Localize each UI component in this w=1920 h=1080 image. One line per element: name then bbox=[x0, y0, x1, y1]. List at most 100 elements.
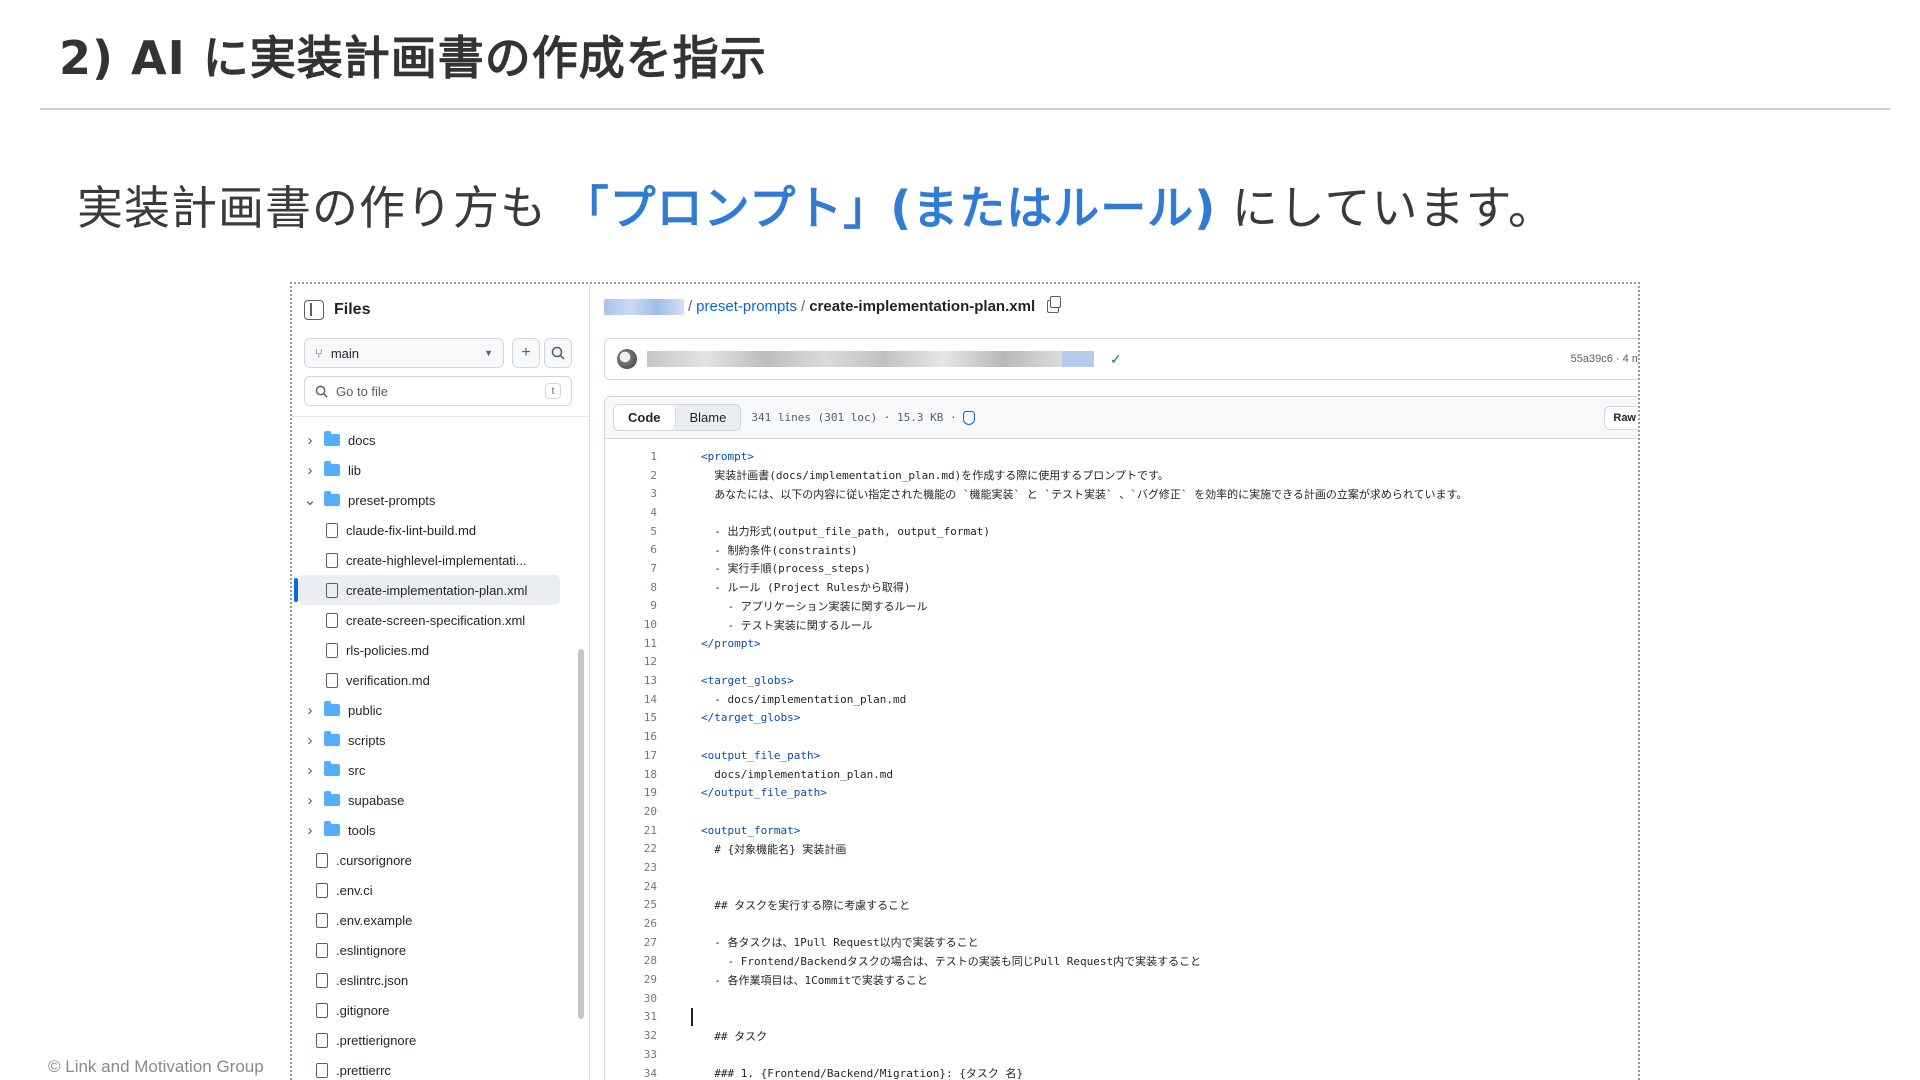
line-number[interactable]: 12 bbox=[605, 655, 657, 668]
breadcrumb-folder-link[interactable]: preset-prompts bbox=[696, 298, 797, 315]
latest-commit-bar: ✓ 55a39c6 · 4 m bbox=[604, 338, 1638, 380]
tree-folder-tools[interactable]: › tools bbox=[292, 815, 572, 845]
tree-file[interactable]: create-highlevel-implementati... bbox=[292, 545, 572, 575]
tree-folder-supabase[interactable]: › supabase bbox=[292, 785, 572, 815]
code-viewer: Code Blame 341 lines (301 loc) · 15.3 KB… bbox=[604, 396, 1638, 1080]
tree-file[interactable]: .env.example bbox=[292, 905, 572, 935]
go-to-file-input[interactable]: Go to file t bbox=[304, 376, 572, 406]
line-number[interactable]: 19 bbox=[605, 786, 657, 799]
line-number[interactable]: 11 bbox=[605, 637, 657, 650]
tree-file[interactable]: rls-policies.md bbox=[292, 635, 572, 665]
tree-file[interactable]: create-implementation-plan.xml bbox=[298, 575, 560, 605]
line-number[interactable]: 5 bbox=[605, 525, 657, 538]
copy-path-icon[interactable] bbox=[1047, 296, 1062, 313]
file-icon bbox=[326, 612, 338, 628]
chevron-right-icon[interactable]: › bbox=[302, 462, 318, 479]
line-number[interactable]: 23 bbox=[605, 861, 657, 874]
tree-folder-preset-prompts[interactable]: ⌄ preset-prompts bbox=[292, 485, 572, 515]
file-icon bbox=[316, 882, 328, 898]
line-number[interactable]: 21 bbox=[605, 824, 657, 837]
chevron-right-icon[interactable]: › bbox=[302, 792, 318, 809]
avatar[interactable] bbox=[617, 349, 637, 369]
tree-folder-lib[interactable]: › lib bbox=[292, 455, 572, 485]
line-number[interactable]: 9 bbox=[605, 599, 657, 612]
file-tree: › docs › lib ⌄ preset-prompts claude-fix-lint-… bbox=[292, 416, 590, 1080]
line-number[interactable]: 13 bbox=[605, 674, 657, 687]
line-number[interactable]: 31 bbox=[605, 1010, 657, 1023]
add-file-button[interactable]: + bbox=[512, 338, 540, 368]
chevron-right-icon[interactable]: › bbox=[302, 762, 318, 779]
tree-file[interactable]: .eslintignore bbox=[292, 935, 572, 965]
line-number[interactable]: 10 bbox=[605, 618, 657, 631]
code-line: 3 あなたには、以下の内容に従い指定された機能の `機能実装` と `テスト実装… bbox=[605, 484, 1638, 503]
tree-file[interactable]: .env.ci bbox=[292, 875, 572, 905]
tree-folder-scripts[interactable]: › scripts bbox=[292, 725, 572, 755]
tree-file[interactable]: claude-fix-lint-build.md bbox=[292, 515, 572, 545]
chevron-right-icon[interactable]: › bbox=[302, 732, 318, 749]
search-button[interactable] bbox=[544, 338, 572, 368]
tree-folder-docs[interactable]: › docs bbox=[292, 425, 572, 455]
line-number[interactable]: 26 bbox=[605, 917, 657, 930]
file-tree-scrollbar[interactable] bbox=[578, 649, 584, 1019]
line-number[interactable]: 29 bbox=[605, 973, 657, 986]
line-number[interactable]: 18 bbox=[605, 768, 657, 781]
tree-folder-src[interactable]: › src bbox=[292, 755, 572, 785]
line-number[interactable]: 33 bbox=[605, 1048, 657, 1061]
line-number[interactable]: 14 bbox=[605, 693, 657, 706]
line-number[interactable]: 24 bbox=[605, 880, 657, 893]
file-icon bbox=[326, 522, 338, 538]
line-number[interactable]: 17 bbox=[605, 749, 657, 762]
line-number[interactable]: 16 bbox=[605, 730, 657, 743]
tree-file[interactable]: .gitignore bbox=[292, 995, 572, 1025]
code-line: 22 # {対象機能名} 実装計画 bbox=[605, 839, 1638, 858]
line-number[interactable]: 28 bbox=[605, 954, 657, 967]
line-number[interactable]: 6 bbox=[605, 543, 657, 556]
tree-file[interactable]: create-screen-specification.xml bbox=[292, 605, 572, 635]
code-line: 19 </output_file_path> bbox=[605, 783, 1638, 802]
tab-blame[interactable]: Blame bbox=[675, 405, 741, 430]
line-number[interactable]: 1 bbox=[605, 450, 657, 463]
line-number[interactable]: 4 bbox=[605, 506, 657, 519]
folder-icon bbox=[324, 461, 340, 476]
line-number[interactable]: 32 bbox=[605, 1029, 657, 1042]
line-number[interactable]: 25 bbox=[605, 898, 657, 911]
commit-sha[interactable]: 55a39c6 · 4 m bbox=[1571, 353, 1638, 365]
tree-item-label: claude-fix-lint-build.md bbox=[346, 522, 477, 538]
tree-file[interactable]: .prettierrc bbox=[292, 1055, 572, 1080]
tree-folder-public[interactable]: › public bbox=[292, 695, 572, 725]
code-lines[interactable]: 1 <prompt> 2 実装計画書(docs/implementation_pla… bbox=[605, 447, 1638, 1080]
tree-file[interactable]: .cursorignore bbox=[292, 845, 572, 875]
line-number[interactable]: 3 bbox=[605, 487, 657, 500]
sidebar-collapse-icon[interactable] bbox=[304, 300, 324, 320]
line-number[interactable]: 8 bbox=[605, 581, 657, 594]
tree-file[interactable]: verification.md bbox=[292, 665, 572, 695]
line-number[interactable]: 15 bbox=[605, 711, 657, 724]
branch-selector[interactable]: ⑂ main ▼ bbox=[304, 338, 504, 368]
line-number[interactable]: 2 bbox=[605, 469, 657, 482]
raw-button[interactable]: Raw bbox=[1604, 405, 1638, 430]
line-number[interactable]: 34 bbox=[605, 1067, 657, 1080]
code-line: 15 </target_globs> bbox=[605, 709, 1638, 728]
code-line: 29 - 各作業項目は、1Commitで実装すること bbox=[605, 970, 1638, 989]
line-text: - アプリケーション実装に関するルール bbox=[701, 599, 928, 613]
folder-icon bbox=[324, 791, 340, 806]
file-icon bbox=[326, 582, 338, 598]
line-number[interactable]: 22 bbox=[605, 842, 657, 855]
tab-code[interactable]: Code bbox=[614, 405, 676, 430]
tree-item-label: preset-prompts bbox=[348, 492, 436, 508]
tree-file[interactable]: .prettierignore bbox=[292, 1025, 572, 1055]
chevron-right-icon[interactable]: › bbox=[302, 432, 318, 449]
chevron-right-icon[interactable]: › bbox=[302, 822, 318, 839]
line-number[interactable]: 20 bbox=[605, 805, 657, 818]
line-number[interactable]: 30 bbox=[605, 992, 657, 1005]
chevron-down-icon[interactable]: ⌄ bbox=[302, 491, 318, 509]
file-meta: 341 lines (301 loc) · 15.3 KB · bbox=[751, 411, 957, 424]
tree-file[interactable]: .eslintrc.json bbox=[292, 965, 572, 995]
chevron-right-icon[interactable]: › bbox=[302, 702, 318, 719]
line-number[interactable]: 7 bbox=[605, 562, 657, 575]
file-tree-list: › docs › lib ⌄ preset-prompts claude-fix-lint-… bbox=[292, 425, 572, 1080]
breadcrumb-separator: / bbox=[688, 298, 693, 315]
line-number[interactable]: 27 bbox=[605, 936, 657, 949]
file-icon bbox=[316, 1032, 328, 1048]
code-line: 17 <output_file_path> bbox=[605, 746, 1638, 765]
